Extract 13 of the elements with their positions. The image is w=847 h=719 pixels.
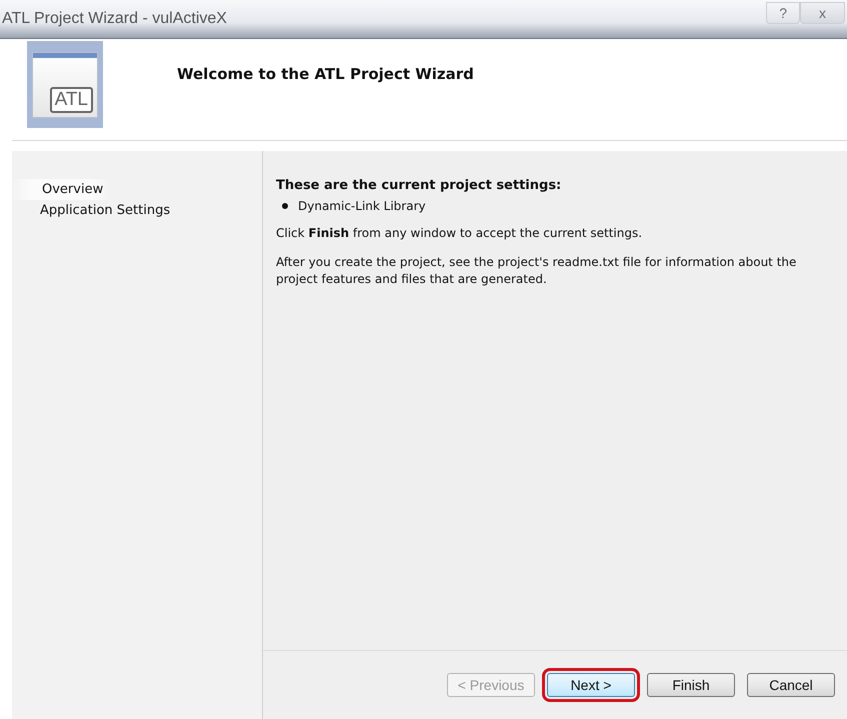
close-button[interactable]: x xyxy=(800,2,845,24)
help-button[interactable]: ? xyxy=(766,2,800,24)
settings-heading: These are the current project settings: xyxy=(276,178,562,193)
wizard-button[interactable]: Finish xyxy=(647,673,735,697)
bullet-icon xyxy=(282,203,288,209)
sidebar-item[interactable]: Application Settings xyxy=(12,200,178,221)
atl-logo-icon: ATL xyxy=(27,41,103,128)
window-title: ATL Project Wizard - vulActiveX xyxy=(2,10,227,28)
paragraph: Click Finish from any window to accept the current settings. xyxy=(276,225,644,242)
setting-item: Dynamic-Link Library xyxy=(298,199,426,213)
paragraph: After you create the project, see the project's readme.txt file for information about the project features and files that are generated. xyxy=(276,254,798,288)
wizard-button[interactable]: Cancel xyxy=(747,673,835,697)
wizard-title: Welcome to the ATL Project Wizard xyxy=(177,65,474,83)
